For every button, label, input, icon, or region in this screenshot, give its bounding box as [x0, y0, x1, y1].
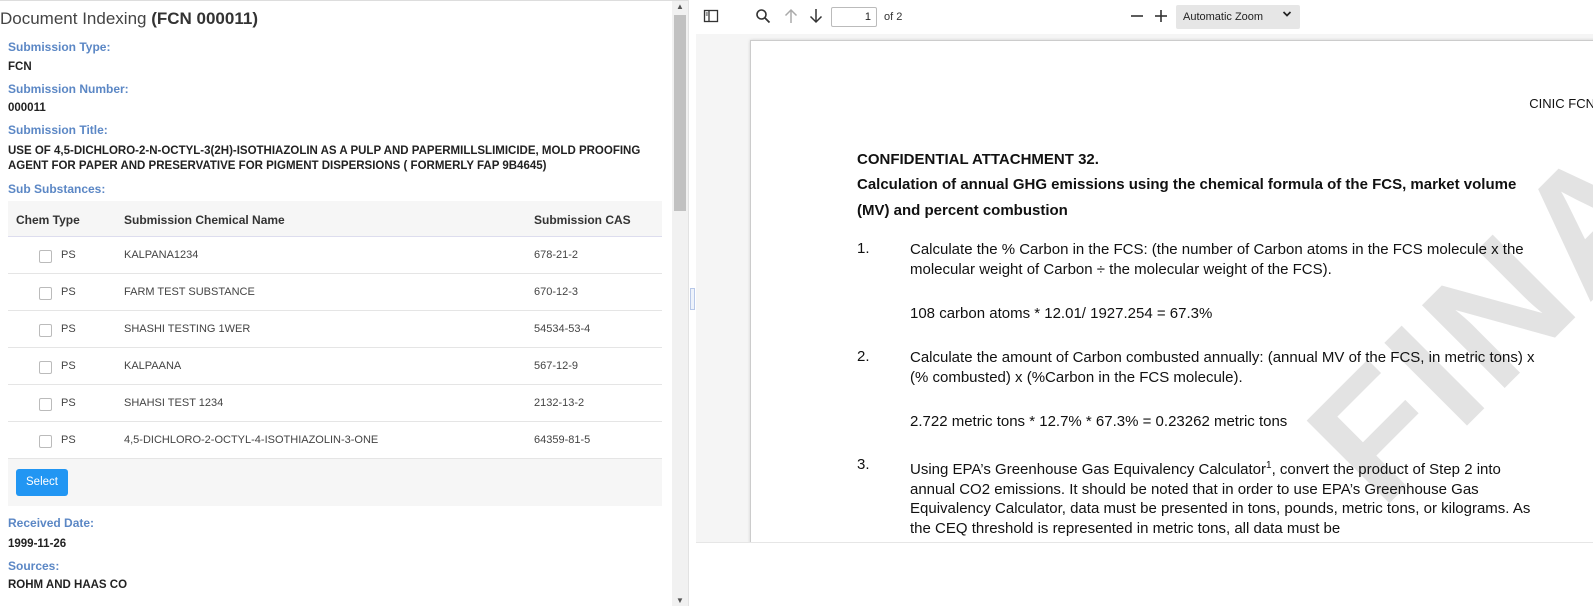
column-header-cas[interactable]: Submission CAS [534, 213, 631, 227]
cas-cell: 670-12-3 [534, 286, 579, 298]
pdf-toolbar: of 2 Automatic Zoom [696, 0, 1593, 34]
item3-number: 3. [857, 456, 870, 473]
sidebar-toggle-icon[interactable] [702, 8, 720, 26]
zoom-value: Automatic Zoom [1183, 11, 1264, 23]
sub-substances-label: Sub Substances: [8, 182, 106, 196]
cas-cell: 678-21-2 [534, 249, 579, 261]
chemical-name-cell: SHASHI TESTING 1WER [124, 323, 251, 335]
page-header: CINIC FCN [1529, 96, 1593, 111]
viewer-footer-area [696, 542, 1593, 606]
chem-type-cell: PS [61, 323, 76, 335]
sub-substances-table: Chem Type Submission Chemical Name Submi… [8, 201, 662, 506]
zoom-select[interactable]: Automatic Zoom [1176, 5, 1300, 29]
arrow-down-icon[interactable] [807, 8, 825, 26]
scrollbar-thumb[interactable] [674, 15, 686, 211]
table-row[interactable]: PS FARM TEST SUBSTANCE 670-12-3 [8, 274, 662, 311]
pdf-viewer-area[interactable]: FINAL CINIC FCN CONFIDENTIAL ATTACHMENT … [696, 34, 1593, 542]
received-date-label: Received Date: [8, 516, 95, 530]
splitter-grip-icon[interactable] [690, 288, 695, 310]
scroll-up-arrow-icon[interactable]: ▲ [672, 1, 688, 13]
table-row[interactable]: PS 4,5-DICHLORO-2-OCTYL-4-ISOTHIAZOLIN-3… [8, 422, 662, 459]
chemical-name-cell: SHAHSI TEST 1234 [124, 397, 224, 409]
table-header: Chem Type Submission Chemical Name Submi… [8, 201, 662, 237]
chem-type-cell: PS [61, 434, 76, 446]
row-checkbox[interactable] [39, 250, 52, 263]
page-title: Document Indexing (FCN 000011) [0, 9, 258, 29]
submission-number-value: 000011 [8, 102, 46, 114]
arrow-up-icon[interactable] [782, 8, 800, 26]
cas-cell: 567-12-9 [534, 360, 579, 372]
column-header-chemical-name[interactable]: Submission Chemical Name [124, 213, 285, 227]
table-row[interactable]: PS KALPAANA 567-12-9 [8, 348, 662, 385]
submission-type-value: FCN [8, 61, 32, 73]
chem-type-cell: PS [61, 286, 76, 298]
table-row[interactable]: PS SHASHI TESTING 1WER 54534-53-4 [8, 311, 662, 348]
row-checkbox[interactable] [39, 398, 52, 411]
item1-number: 1. [857, 240, 870, 257]
chem-type-cell: PS [61, 249, 76, 261]
chem-type-cell: PS [61, 360, 76, 372]
item3-text: Using EPA’s Greenhouse Gas Equivalency C… [910, 456, 1550, 538]
cas-cell: 2132-13-2 [534, 397, 585, 409]
row-checkbox[interactable] [39, 435, 52, 448]
submission-title-value: USE OF 4,5-DICHLORO-2-N-OCTYL-3(2H)-ISOT… [8, 145, 641, 172]
cas-cell: 64359-81-5 [534, 434, 591, 446]
scroll-down-arrow-icon[interactable]: ▼ [672, 595, 688, 606]
row-checkbox[interactable] [39, 287, 52, 300]
search-icon[interactable] [754, 8, 772, 26]
item2-number: 2. [857, 348, 870, 365]
item2-text: Calculate the amount of Carbon combusted… [910, 349, 1535, 386]
sources-label: Sources: [8, 559, 60, 573]
minus-icon[interactable] [1128, 8, 1146, 26]
chemical-name-cell: KALPAANA [124, 360, 182, 372]
item1-calculation: 108 carbon atoms * 12.01/ 1927.254 = 67.… [910, 305, 1213, 322]
title-prefix: Document Indexing [0, 9, 152, 28]
cas-cell: 54534-53-4 [534, 323, 591, 335]
received-date-value: 1999-11-26 [8, 538, 67, 550]
indexing-content: Document Indexing (FCN 000011) Submissio… [0, 1, 672, 606]
item1-text: Calculate the % Carbon in the FCS: (the … [910, 241, 1524, 278]
left-panel-scrollbar[interactable]: ▲ ▼ [672, 1, 688, 606]
row-checkbox[interactable] [39, 324, 52, 337]
chevron-down-icon [1282, 9, 1292, 22]
page-number-input[interactable] [831, 7, 877, 27]
table-row[interactable]: PS KALPANA1234 678-21-2 [8, 237, 662, 274]
attachment-heading: CONFIDENTIAL ATTACHMENT 32. [857, 151, 1099, 168]
calculation-subheading-line1: Calculation of annual GHG emissions usin… [857, 176, 1517, 193]
submission-type-label: Submission Type: [8, 40, 111, 54]
column-header-chem-type[interactable]: Chem Type [16, 213, 80, 227]
item2-calculation: 2.722 metric tons * 12.7% * 67.3% = 0.23… [910, 413, 1288, 430]
select-button[interactable]: Select [16, 469, 68, 496]
submission-number-label: Submission Number: [8, 82, 129, 96]
submission-title-label: Submission Title: [8, 123, 108, 137]
calculation-subheading-line2: (MV) and percent combustion [857, 202, 1068, 219]
chemical-name-cell: 4,5-DICHLORO-2-OCTYL-4-ISOTHIAZOLIN-3-ON… [124, 434, 379, 446]
item3-text-part1: Using EPA’s Greenhouse Gas Equivalency C… [910, 461, 1267, 478]
table-row[interactable]: PS SHAHSI TEST 1234 2132-13-2 [8, 385, 662, 422]
pdf-viewer-panel: of 2 Automatic Zoom FINAL CINIC FCN CONF… [696, 0, 1593, 606]
panel-splitter[interactable] [688, 0, 696, 606]
chemical-name-cell: FARM TEST SUBSTANCE [124, 286, 255, 298]
chem-type-cell: PS [61, 397, 76, 409]
row-checkbox[interactable] [39, 361, 52, 374]
title-fcn-number: (FCN 000011) [151, 9, 258, 28]
plus-icon[interactable] [1152, 8, 1170, 26]
app-root: Document Indexing (FCN 000011) Submissio… [0, 0, 1593, 606]
document-indexing-panel: Document Indexing (FCN 000011) Submissio… [0, 0, 688, 606]
pdf-page: FINAL CINIC FCN CONFIDENTIAL ATTACHMENT … [750, 40, 1593, 542]
page-count-label: of 2 [884, 11, 903, 23]
chemical-name-cell: KALPANA1234 [124, 249, 199, 261]
sources-value: ROHM AND HAAS CO [8, 579, 128, 591]
